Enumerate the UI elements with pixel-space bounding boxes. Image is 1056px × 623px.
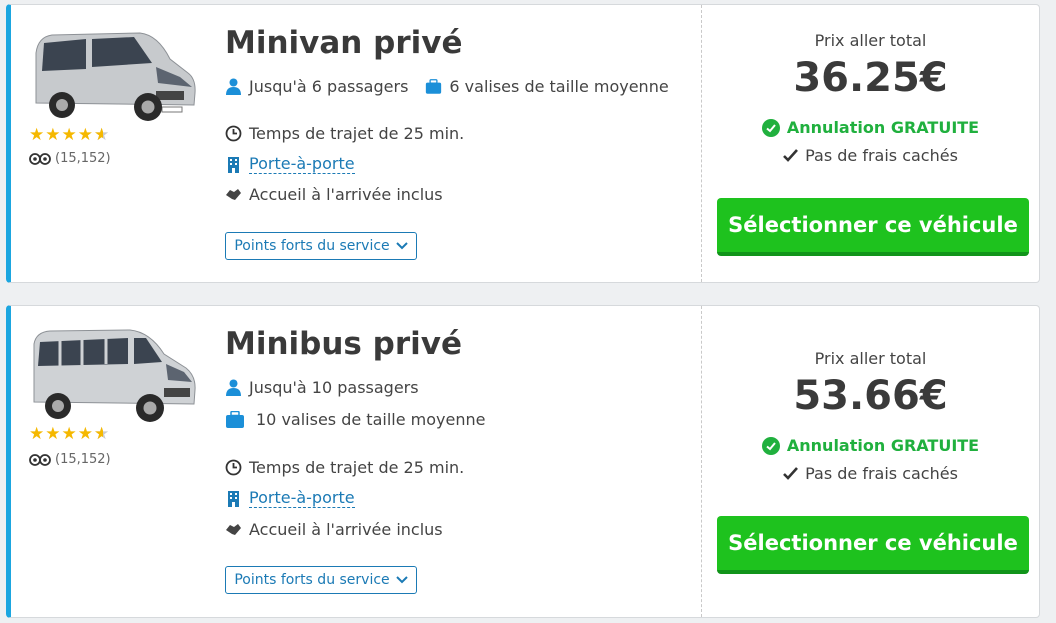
review-count-text: (15,152)	[55, 151, 111, 166]
passengers-text: Jusqu'à 10 passagers	[249, 378, 419, 397]
minibus-image	[33, 329, 196, 422]
no-hidden-fees-text: Pas de frais cachés	[805, 464, 958, 483]
meet-greet-row: Accueil à l'arrivée inclus	[225, 520, 443, 539]
rating-stars: ★★★★★	[29, 424, 110, 444]
capacity-row: Jusqu'à 6 passagers 6 valises de taille …	[225, 77, 669, 96]
clock-icon	[225, 125, 242, 142]
passengers-text: Jusqu'à 6 passagers	[249, 77, 409, 96]
select-vehicle-button[interactable]: Sélectionner ce véhicule	[717, 516, 1029, 574]
clock-icon	[225, 459, 242, 476]
door-to-door-link[interactable]: Porte-à-porte	[249, 154, 355, 174]
rating-stars: ★★★★★	[29, 125, 110, 145]
review-count-text: (15,152)	[55, 452, 111, 467]
door-to-door-link[interactable]: Porte-à-porte	[249, 488, 355, 508]
no-hidden-fees: Pas de frais cachés	[702, 146, 1039, 165]
door-to-door-row: Porte-à-porte	[225, 154, 355, 174]
price-section: Prix aller total 53.66€ Annulation GRATU…	[702, 306, 1039, 617]
passengers-row: Jusqu'à 10 passagers	[225, 378, 419, 397]
luggage-icon	[225, 411, 245, 428]
select-vehicle-button[interactable]: Sélectionner ce véhicule	[717, 198, 1029, 256]
handshake-icon	[225, 521, 242, 538]
tripadvisor-icon	[29, 453, 51, 466]
building-icon	[225, 490, 242, 507]
travel-time-text: Temps de trajet de 25 min.	[249, 458, 465, 477]
service-highlights-button[interactable]: Points forts du service	[225, 232, 417, 260]
check-circle-icon	[761, 436, 780, 455]
service-highlights-label: Points forts du service	[234, 572, 390, 588]
no-hidden-fees-text: Pas de frais cachés	[805, 146, 958, 165]
passenger-icon	[225, 379, 242, 396]
check-circle-icon	[761, 118, 780, 137]
price-value: 53.66€	[793, 373, 948, 419]
free-cancellation-text: Annulation GRATUITE	[786, 118, 980, 137]
meet-greet-row: Accueil à l'arrivée inclus	[225, 185, 443, 204]
review-count: (15,152)	[29, 452, 111, 467]
free-cancellation-text: Annulation GRATUITE	[786, 436, 980, 455]
chevron-down-icon	[395, 576, 408, 584]
luggage-icon	[425, 78, 442, 95]
checkmark-icon	[783, 149, 799, 162]
free-cancellation: Annulation GRATUITE	[702, 436, 1039, 455]
travel-time-text: Temps de trajet de 25 min.	[249, 124, 465, 143]
luggage-text: 10 valises de taille moyenne	[256, 410, 486, 429]
review-count: (15,152)	[29, 151, 111, 166]
door-to-door-row: Porte-à-porte	[225, 488, 355, 508]
chevron-down-icon	[395, 242, 408, 250]
handshake-icon	[225, 186, 242, 203]
luggage-text: 6 valises de taille moyenne	[449, 77, 669, 96]
vehicle-title: Minivan privé	[225, 25, 463, 61]
vehicle-title: Minibus privé	[225, 326, 463, 362]
travel-time-row: Temps de trajet de 25 min.	[225, 458, 464, 477]
building-icon	[225, 156, 242, 173]
meet-greet-text: Accueil à l'arrivée inclus	[249, 185, 443, 204]
free-cancellation: Annulation GRATUITE	[702, 118, 1039, 137]
meet-greet-text: Accueil à l'arrivée inclus	[249, 520, 443, 539]
passenger-icon	[225, 78, 242, 95]
price-value: 36.25€	[793, 55, 948, 101]
service-highlights-button[interactable]: Points forts du service	[225, 566, 417, 594]
minivan-image	[35, 32, 196, 121]
service-highlights-label: Points forts du service	[234, 238, 390, 254]
price-label: Prix aller total	[814, 349, 927, 368]
no-hidden-fees: Pas de frais cachés	[702, 464, 1039, 483]
vehicle-card-minivan: ★★★★★ (15,152) Minivan privé Jusqu'à 6 p…	[6, 4, 1040, 283]
price-section: Prix aller total 36.25€ Annulation GRATU…	[702, 5, 1039, 282]
tripadvisor-icon	[29, 152, 51, 165]
vehicle-card-minibus: ★★★★★ (15,152) Minibus privé Jusqu'à 10 …	[6, 305, 1040, 618]
price-label: Prix aller total	[814, 31, 927, 50]
luggage-row: 10 valises de taille moyenne	[225, 410, 485, 429]
travel-time-row: Temps de trajet de 25 min.	[225, 124, 464, 143]
checkmark-icon	[783, 467, 799, 480]
